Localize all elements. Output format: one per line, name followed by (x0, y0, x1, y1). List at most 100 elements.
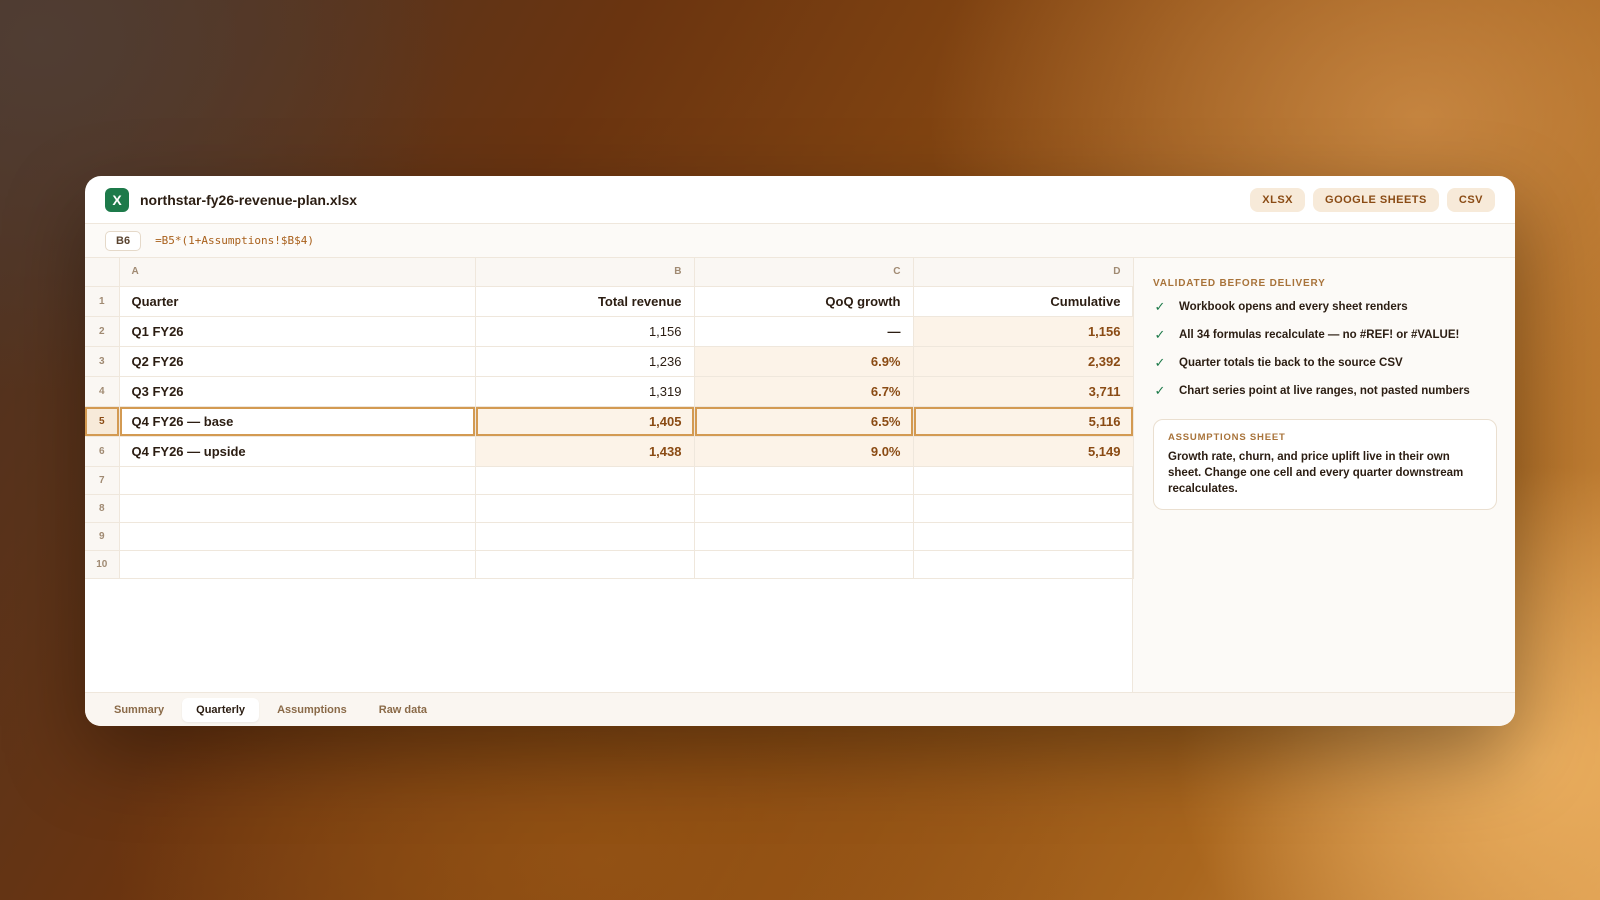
cell-b1[interactable]: Total revenue (475, 286, 695, 317)
empty-cell[interactable] (475, 550, 695, 579)
cell-b4[interactable]: 1,319 (475, 376, 695, 407)
tab-assumptions[interactable]: Assumptions (263, 698, 361, 722)
check-item: ✓ Chart series point at live ranges, not… (1153, 383, 1497, 399)
cell-b3[interactable]: 1,236 (475, 346, 695, 377)
cell-a3[interactable]: Q2 FY26 (119, 346, 476, 377)
formula-bar: B6 =B5*(1+Assumptions!$B$4) (85, 224, 1515, 258)
cell-d5[interactable]: 5,116 (913, 406, 1134, 437)
empty-cell[interactable] (119, 466, 476, 495)
empty-cell[interactable] (913, 466, 1134, 495)
empty-cell[interactable] (119, 494, 476, 523)
cell-b5[interactable]: 1,405 (475, 406, 695, 437)
check-text: Workbook opens and every sheet renders (1179, 301, 1408, 313)
cell-c4[interactable]: 6.7% (694, 376, 914, 407)
cell-d4[interactable]: 3,711 (913, 376, 1134, 407)
cell-a1[interactable]: Quarter (119, 286, 476, 317)
cell-d2[interactable]: 1,156 (913, 316, 1134, 347)
assumptions-card-title: ASSUMPTIONS SHEET (1168, 432, 1286, 443)
column-header-c[interactable]: C (694, 258, 914, 287)
row-number[interactable]: 8 (85, 494, 120, 523)
cell-b2[interactable]: 1,156 (475, 316, 695, 347)
cell-d6[interactable]: 5,149 (913, 436, 1134, 467)
table-row: 6 Q4 FY26 — upside 1,438 9.0% 5,149 (85, 436, 1134, 467)
table-row-empty: 10 (85, 550, 1134, 579)
cell-d3[interactable]: 2,392 (913, 346, 1134, 377)
cell-c2[interactable]: — (694, 316, 914, 347)
file-name: northstar-fy26-revenue-plan.xlsx (140, 191, 358, 208)
check-item: ✓ Quarter totals tie back to the source … (1153, 355, 1497, 371)
cell-c5[interactable]: 6.5% (694, 406, 914, 437)
column-header-d[interactable]: D (913, 258, 1134, 287)
row-number[interactable]: 9 (85, 522, 120, 551)
cell-a4[interactable]: Q3 FY26 (119, 376, 476, 407)
empty-cell[interactable] (694, 550, 914, 579)
table-row: 3 Q2 FY26 1,236 6.9% 2,392 (85, 346, 1134, 377)
export-xlsx-button[interactable]: XLSX (1250, 187, 1306, 212)
table-row-empty: 7 (85, 466, 1134, 495)
validation-heading: VALIDATED BEFORE DELIVERY (1153, 278, 1326, 289)
check-item: ✓ All 34 formulas recalculate — no #REF!… (1153, 327, 1497, 343)
export-google-sheets-button[interactable]: GOOGLE SHEETS (1313, 187, 1439, 212)
select-all-corner[interactable] (85, 258, 120, 287)
cell-d1[interactable]: Cumulative (913, 286, 1134, 317)
export-csv-button[interactable]: CSV (1446, 187, 1495, 212)
row-number[interactable]: 2 (85, 316, 120, 347)
empty-cell[interactable] (913, 550, 1134, 579)
checkmark-icon: ✓ (1154, 299, 1166, 314)
row-number[interactable]: 10 (85, 550, 120, 579)
cell-c6[interactable]: 9.0% (694, 436, 914, 467)
tab-raw-data[interactable]: Raw data (365, 698, 441, 722)
empty-cell[interactable] (694, 466, 914, 495)
cell-a5[interactable]: Q4 FY26 — base (119, 406, 476, 437)
formula-text[interactable]: =B5*(1+Assumptions!$B$4) (155, 234, 314, 247)
sheet-grid: A B C D 1 Quarter Total revenue QoQ grow… (85, 258, 1134, 692)
row-number[interactable]: 5 (85, 406, 120, 437)
cell-c3[interactable]: 6.9% (694, 346, 914, 377)
row-number[interactable]: 4 (85, 376, 120, 407)
cell-c1[interactable]: QoQ growth (694, 286, 914, 317)
checkmark-icon: ✓ (1154, 327, 1166, 342)
data-table: A B C D 1 Quarter Total revenue QoQ grow… (85, 258, 1134, 579)
check-text: All 34 formulas recalculate — no #REF! o… (1179, 329, 1460, 341)
empty-cell[interactable] (475, 466, 695, 495)
validation-panel: VALIDATED BEFORE DELIVERY ✓ Workbook ope… (1133, 258, 1515, 692)
empty-cell[interactable] (694, 522, 914, 551)
spreadsheet-window: X northstar-fy26-revenue-plan.xlsx XLSX … (85, 176, 1515, 726)
row-number[interactable]: 3 (85, 346, 120, 377)
empty-cell[interactable] (694, 494, 914, 523)
row-number[interactable]: 1 (85, 286, 120, 317)
checkmark-icon: ✓ (1154, 383, 1166, 398)
empty-cell[interactable] (913, 522, 1134, 551)
export-group: XLSX GOOGLE SHEETS CSV (1250, 187, 1495, 212)
table-row: 2 Q1 FY26 1,156 — 1,156 (85, 316, 1134, 347)
table-row-empty: 8 (85, 494, 1134, 523)
row-number[interactable]: 7 (85, 466, 120, 495)
tab-quarterly[interactable]: Quarterly (182, 697, 260, 722)
column-header-b[interactable]: B (475, 258, 695, 287)
check-text: Quarter totals tie back to the source CS… (1179, 357, 1403, 369)
table-row: 4 Q3 FY26 1,319 6.7% 3,711 (85, 376, 1134, 407)
empty-cell[interactable] (913, 494, 1134, 523)
empty-cell[interactable] (119, 522, 476, 551)
excel-icon: X (105, 187, 129, 212)
cell-reference-box[interactable]: B6 (105, 230, 142, 251)
table-row-header: 1 Quarter Total revenue QoQ growth Cumul… (85, 286, 1134, 317)
cell-b6[interactable]: 1,438 (475, 436, 695, 467)
assumptions-card-body: Growth rate, churn, and price uplift liv… (1168, 451, 1464, 495)
empty-cell[interactable] (119, 550, 476, 579)
column-header-a[interactable]: A (119, 258, 476, 287)
cell-a2[interactable]: Q1 FY26 (119, 316, 476, 347)
table-row-selected: 5 Q4 FY26 — base 1,405 6.5% 5,116 (85, 406, 1134, 437)
empty-cell[interactable] (475, 494, 695, 523)
check-text: Chart series point at live ranges, not p… (1179, 385, 1470, 397)
cell-a6[interactable]: Q4 FY26 — upside (119, 436, 476, 467)
empty-cell[interactable] (475, 522, 695, 551)
sheet-tab-bar: Summary Quarterly Assumptions Raw data (85, 692, 1515, 726)
title-bar: X northstar-fy26-revenue-plan.xlsx XLSX … (85, 176, 1515, 224)
table-row-empty: 9 (85, 522, 1134, 551)
row-number[interactable]: 6 (85, 436, 120, 467)
main-area: A B C D 1 Quarter Total revenue QoQ grow… (85, 258, 1515, 692)
assumptions-card: ASSUMPTIONS SHEET Growth rate, churn, an… (1153, 419, 1497, 510)
check-item: ✓ Workbook opens and every sheet renders (1153, 299, 1497, 315)
tab-summary[interactable]: Summary (100, 698, 178, 722)
